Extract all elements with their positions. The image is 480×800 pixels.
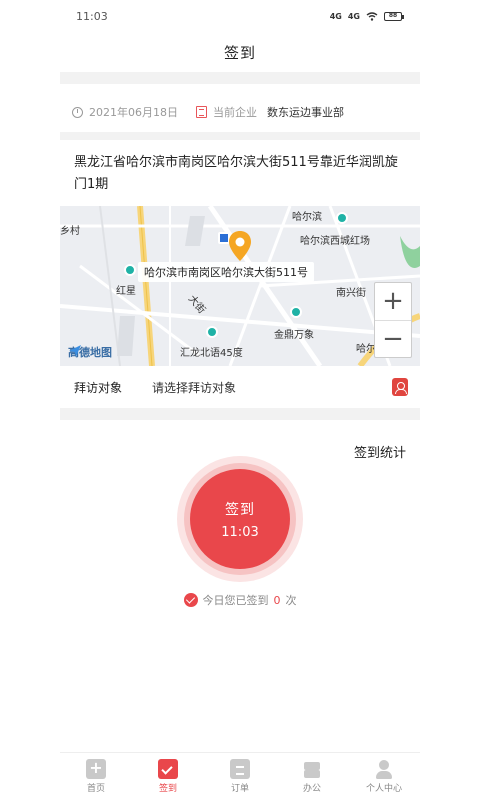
visit-target-select[interactable]: 请选择拜访对象 <box>152 379 392 396</box>
visit-label: 拜访对象 <box>74 380 123 395</box>
divider <box>60 132 420 140</box>
poi-marker-icon[interactable] <box>336 212 348 224</box>
tab-checkin[interactable]: 签到 <box>132 753 204 800</box>
clock-icon <box>72 106 83 118</box>
checkin-button[interactable]: 签到 11:03 <box>190 469 290 569</box>
checkin-button-halo: 签到 11:03 <box>177 456 303 582</box>
divider <box>60 408 420 420</box>
tab-profile[interactable]: 个人中心 <box>348 753 420 800</box>
map-label-south: 南兴街 <box>336 288 366 299</box>
checkin-button-time: 11:03 <box>221 524 259 540</box>
poi-marker-icon[interactable] <box>124 264 136 276</box>
battery-icon: 88 <box>384 11 404 21</box>
tab-label: 办公 <box>302 784 321 794</box>
location-pin-icon <box>229 231 251 261</box>
zoom-out-button[interactable]: − <box>375 319 411 358</box>
poi-marker-icon[interactable] <box>290 306 302 318</box>
checkin-calendar-icon <box>158 759 178 779</box>
today-checkin-summary: 今日您已签到 0 次 <box>60 592 420 608</box>
tab-home[interactable]: 首页 <box>60 753 132 800</box>
zoom-control: + − <box>374 282 412 358</box>
divider <box>60 72 420 84</box>
company-name: 数东运边事业部 <box>267 106 344 119</box>
status-time: 11:03 <box>76 9 108 23</box>
map-label-village: 乡村 <box>60 226 80 237</box>
contact-book-icon[interactable] <box>392 378 408 396</box>
zoom-in-button[interactable]: + <box>375 283 411 320</box>
check-circle-icon <box>183 593 198 607</box>
map-label-jinding: 金鼎万象 <box>274 330 314 341</box>
home-icon <box>86 758 106 779</box>
tab-label: 首页 <box>86 784 105 794</box>
bottom-tab-bar: 首页 签到 订单 办公 个人中心 <box>60 752 420 800</box>
tab-label: 签到 <box>158 784 177 794</box>
tab-order[interactable]: 订单 <box>204 753 276 800</box>
date-text: 2021年06月18日 <box>89 106 178 119</box>
page-title: 签到 <box>223 43 256 62</box>
map-label-mall: 哈尔滨西城红场 <box>300 236 370 247</box>
checkin-button-label: 签到 <box>225 501 255 518</box>
today-count: 0 <box>273 593 281 607</box>
tab-label: 订单 <box>230 784 249 794</box>
poi-marker-icon[interactable] <box>206 326 218 338</box>
today-prefix: 今日您已签到 <box>202 594 269 607</box>
status-bar: 11:03 4G 4G 88 <box>60 0 420 32</box>
map-label-road: 汇龙北语45度 <box>180 348 243 359</box>
amap-logo-icon <box>69 345 81 357</box>
building-icon <box>196 106 207 118</box>
company-label: 当前企业 <box>213 106 257 119</box>
signal-icon: 4G <box>329 11 342 21</box>
tab-label: 个人中心 <box>365 784 402 794</box>
order-icon <box>230 759 250 779</box>
status-icons: 4G 4G 88 <box>329 11 404 21</box>
checkin-page: 11:03 4G 4G 88 签到 2021年06月18日 当前企业 数东运边事… <box>60 0 420 800</box>
location-callout: 哈尔滨市南岗区哈尔滨大街511号 <box>138 262 314 282</box>
map-provider-logo: 高德地图 <box>68 344 112 360</box>
user-icon <box>374 759 394 779</box>
checkin-button-ring: 签到 11:03 <box>184 463 296 575</box>
layers-icon <box>302 759 322 779</box>
signal-icon: 4G <box>347 11 360 21</box>
address-text: 黑龙江省哈尔滨市南岗区哈尔滨大街511号靠近华润凯旋门1期 <box>74 155 398 192</box>
map-label-poi-left: 红星 <box>116 286 136 297</box>
map-label-top: 哈尔滨 <box>292 212 322 223</box>
today-suffix: 次 <box>285 594 297 607</box>
map-view[interactable]: 乡村 哈尔滨 哈尔滨西城红场 红星 大街 南兴街 金鼎万象 汇龙北语45度 哈尔… <box>60 206 420 366</box>
info-row: 2021年06月18日 当前企业 数东运边事业部 <box>60 92 420 132</box>
wifi-icon <box>366 11 378 21</box>
visit-target-row[interactable]: 拜访对象 请选择拜访对象 <box>60 366 420 408</box>
tab-office[interactable]: 办公 <box>276 753 348 800</box>
